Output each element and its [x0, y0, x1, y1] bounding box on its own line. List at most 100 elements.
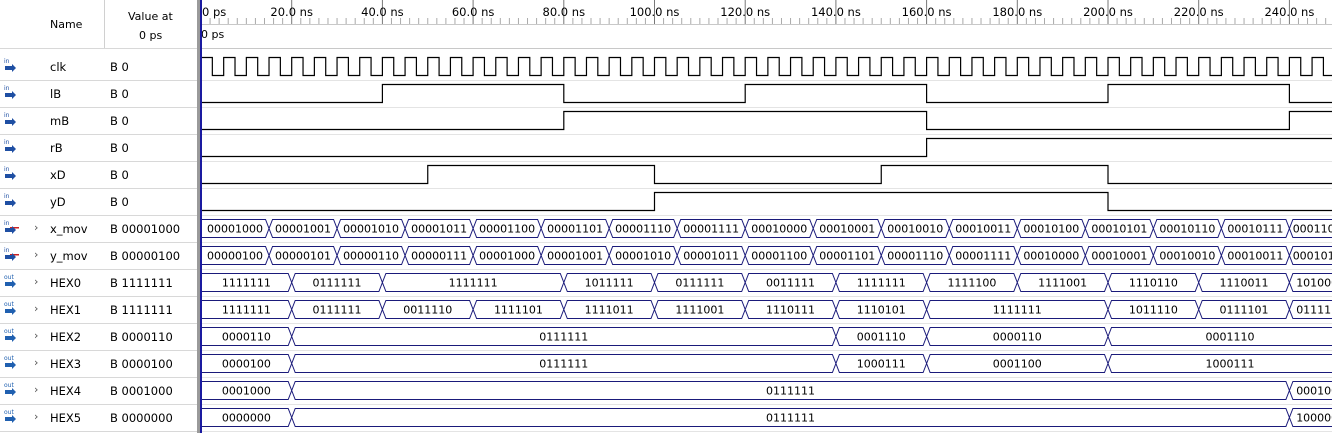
tick-label: 100.0 ns: [630, 5, 680, 19]
bus-value-label: 1111111: [449, 277, 498, 290]
bus-value-label: 0011111: [766, 277, 815, 290]
signal-row-x_mov[interactable]: in › x_mov B 00001000: [0, 215, 197, 242]
output-pin-icon: out: [4, 355, 20, 371]
expand-chevron-icon[interactable]: ›: [34, 302, 38, 315]
waveform-hex3[interactable]: 0000100 0111111 1000111 0001100 1000111: [200, 354, 1332, 373]
signal-row-yd[interactable]: in yD B 0: [0, 188, 197, 215]
signal-value: B 1111111: [110, 303, 173, 317]
expand-chevron-icon[interactable]: ›: [34, 383, 38, 396]
bus-value-label: 1011110: [1129, 304, 1178, 317]
expand-chevron-icon[interactable]: ›: [34, 410, 38, 423]
waveform-hex0[interactable]: 1111111 0111111 1111111 1011111 0111111 00111…: [200, 273, 1332, 292]
signal-name: yD: [50, 195, 66, 209]
signal-name: mB: [50, 114, 70, 128]
signal-row-clk[interactable]: in clk B 0: [0, 53, 197, 80]
input-pin-icon: in: [4, 139, 20, 155]
bus-value-label: 0111111: [539, 331, 588, 344]
bus-value-label: 0001100: [993, 358, 1042, 371]
signal-name: HEX0: [50, 276, 82, 290]
output-pin-icon: out: [4, 409, 20, 425]
output-pin-icon: out: [4, 301, 20, 317]
waveform-yd[interactable]: [201, 191, 1332, 212]
tick-label: 80.0 ns: [543, 5, 586, 19]
bus-value-label: 1011111: [585, 277, 634, 290]
signal-row-lb[interactable]: in lB B 0: [0, 80, 197, 107]
bus-value-label: 00001110: [887, 250, 943, 263]
waveform-hex2[interactable]: 0000110 0111111 0001110 0000110 0001110: [200, 327, 1332, 346]
expand-chevron-icon[interactable]: ›: [34, 221, 38, 234]
tick-label: 240.0 ns: [1264, 5, 1314, 19]
bus-value-label: 00010000: [1023, 250, 1079, 263]
bus-value-label: 1010000: [1296, 277, 1332, 290]
waveform-x_mov[interactable]: 00001000 00001001 00001010 00001011 00001100…: [200, 219, 1332, 238]
input-pin-icon: in: [4, 58, 20, 74]
bus-value-label: 00001100: [479, 223, 535, 236]
svg-text:out: out: [4, 355, 14, 362]
waveform-mb[interactable]: [201, 110, 1332, 131]
bus-value-label: 1111111: [222, 304, 271, 317]
bus-value-label: 1111101: [494, 304, 543, 317]
bus-value-label: 1110011: [1220, 277, 1269, 290]
waveform-hex4[interactable]: 0001000 0111111 0001000: [200, 381, 1332, 400]
signal-name: rB: [50, 141, 63, 155]
signal-row-hex0[interactable]: out › HEX0 B 1111111: [0, 269, 197, 296]
input-pin-icon: in: [4, 85, 20, 101]
bus-value-label: 1000000: [1296, 412, 1332, 425]
signal-value: B 0: [110, 60, 129, 74]
bus-value-label: 0111111: [1296, 304, 1332, 317]
bit-trace: [201, 137, 1332, 158]
signal-row-hex3[interactable]: out › HEX3 B 0000100: [0, 350, 197, 377]
row-separator: [0, 431, 197, 432]
bus-value-label: 00010000: [751, 223, 807, 236]
bus-value-label: 00010100: [1023, 223, 1079, 236]
signal-row-hex2[interactable]: out › HEX2 B 0000110: [0, 323, 197, 350]
bus-value-label: 0111111: [539, 358, 588, 371]
bus-value-label: 00010101: [1091, 223, 1147, 236]
bus-value-label: 1111100: [947, 277, 996, 290]
bus-value-label: 00010001: [1091, 250, 1147, 263]
bus-value-label: 0000110: [222, 331, 271, 344]
svg-text:out: out: [4, 301, 14, 308]
signal-row-rb[interactable]: in rB B 0: [0, 134, 197, 161]
bus-value-label: 00001000: [479, 250, 535, 263]
waveform-hex5[interactable]: 0000000 0111111 1000000: [200, 408, 1332, 427]
expand-chevron-icon[interactable]: ›: [34, 275, 38, 288]
waveform-rb[interactable]: [201, 137, 1332, 158]
bus-value-label: 0111111: [313, 277, 362, 290]
signal-row-hex5[interactable]: out › HEX5 B 0000000: [0, 404, 197, 431]
signal-row-mb[interactable]: in mB B 0: [0, 107, 197, 134]
signal-row-hex1[interactable]: out › HEX1 B 1111111: [0, 296, 197, 323]
waveform-hex1[interactable]: 1111111 0111111 0011110 1111101 1111011 11110…: [200, 300, 1332, 319]
bus-value-label: 00000110: [343, 250, 399, 263]
input-pin-icon: in: [4, 112, 20, 128]
input-pin-icon: in: [4, 247, 20, 263]
waveform-xd[interactable]: [201, 164, 1332, 185]
waveform-clk[interactable]: [200, 56, 1332, 77]
tick-label: 0 ps: [202, 5, 226, 19]
waveform-y_mov[interactable]: 00000100 00000101 00000110 00000111 00001000…: [200, 246, 1332, 265]
name-column-header[interactable]: Name: [50, 18, 82, 31]
bus-value-label: 0011110: [403, 304, 452, 317]
expand-chevron-icon[interactable]: ›: [34, 356, 38, 369]
svg-text:in: in: [4, 220, 10, 227]
waveform-area[interactable]: 0 ps 20.0 ns 40.0 ns 60.0 ns 80.0 ns 100.0 ns…: [200, 0, 1332, 433]
expand-chevron-icon[interactable]: ›: [34, 329, 38, 342]
value-column-header[interactable]: Value at: [128, 10, 173, 23]
bus-value-label: 0111111: [766, 412, 815, 425]
expand-chevron-icon[interactable]: ›: [34, 248, 38, 261]
bus-value-label: 00001011: [683, 250, 739, 263]
bus-value-label: 00000101: [275, 250, 331, 263]
signal-row-y_mov[interactable]: in › y_mov B 00000100: [0, 242, 197, 269]
signal-value: B 0: [110, 87, 129, 101]
column-divider[interactable]: [104, 0, 105, 48]
waveform-lb[interactable]: [201, 83, 1332, 104]
signal-row-hex4[interactable]: out › HEX4 B 0001000: [0, 377, 197, 404]
signal-row-xd[interactable]: in xD B 0: [0, 161, 197, 188]
svg-text:out: out: [4, 382, 14, 389]
bus-value-label: 00001111: [955, 250, 1011, 263]
svg-text:in: in: [4, 166, 10, 173]
bus-value-label: 00010001: [819, 223, 875, 236]
signal-name: lB: [50, 87, 62, 101]
bus-value-label: 00000111: [411, 250, 467, 263]
bus-value-label: 00010010: [887, 223, 943, 236]
